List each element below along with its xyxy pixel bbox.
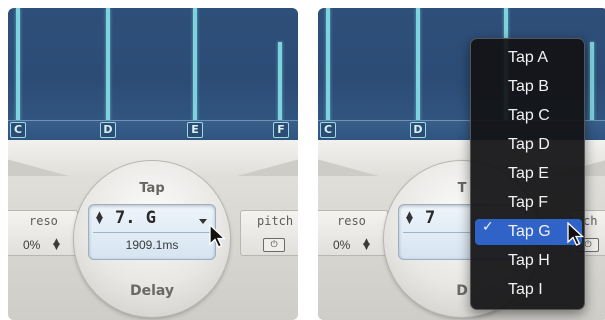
tap-label-d[interactable]: D — [100, 122, 116, 138]
delay-plugin-panel-left: C D E F reso 0% ▲ ▼ pitch ⏻ Tap ▲ ▼ 7. G 1… — [8, 8, 298, 320]
lcd-divider — [93, 232, 211, 233]
menu-item-label: Tap B — [508, 78, 549, 95]
tap-label-c[interactable]: C — [320, 122, 336, 138]
stepper-arrows-icon[interactable]: ▲ ▼ — [363, 238, 370, 252]
delay-time-value[interactable]: 1909.1ms — [89, 238, 215, 252]
reso-control: reso 0% ▲ ▼ — [8, 210, 78, 256]
stepper-arrows-icon[interactable]: ▲ ▼ — [53, 238, 60, 252]
reso-value[interactable]: 0% — [333, 238, 350, 252]
menu-item-tap-c[interactable]: Tap C — [475, 103, 582, 129]
menu-item-tap-h[interactable]: Tap H — [475, 248, 582, 274]
menu-item-label: Tap G — [508, 223, 551, 240]
reso-label: reso — [29, 214, 58, 228]
tap-line-f[interactable] — [278, 42, 282, 122]
tap-label-d[interactable]: D — [410, 122, 426, 138]
delay-plugin-panel-right: C D reso 0% ▲ ▼ ch ⏻ T ▲ ▼ 7 D Tap A Tap B… — [318, 8, 605, 320]
tap-selector-value[interactable]: 7 — [425, 208, 435, 228]
menu-item-label: Tap E — [508, 165, 549, 182]
stepper-arrows-icon[interactable]: ▲ ▼ — [96, 211, 103, 226]
menu-item-tap-b[interactable]: Tap B — [475, 74, 582, 100]
tap-label-c[interactable]: C — [10, 122, 26, 138]
tap-select-menu: Tap A Tap B Tap C Tap D Tap E Tap F ✓ Ta… — [470, 38, 585, 310]
reso-value[interactable]: 0% — [23, 238, 40, 252]
menu-item-tap-a[interactable]: Tap A — [475, 45, 582, 71]
menu-item-label: Tap A — [508, 49, 549, 66]
tap-delay-knob[interactable]: Tap ▲ ▼ 7. G 1909.1ms Delay — [74, 161, 230, 317]
menu-item-label: Tap C — [508, 107, 550, 124]
checkmark-icon: ✓ — [482, 219, 494, 235]
menu-item-tap-d[interactable]: Tap D — [475, 132, 582, 158]
tap-line-d[interactable] — [416, 8, 420, 122]
reso-control: reso 0% ▲ ▼ — [318, 210, 388, 256]
tap-line-f[interactable] — [590, 42, 594, 122]
tap-selector-value[interactable]: 7. G — [115, 208, 156, 228]
power-icon[interactable]: ⏻ — [263, 238, 285, 252]
tap-line-c[interactable] — [16, 8, 20, 122]
dropdown-caret-icon[interactable] — [199, 219, 207, 224]
reso-label: reso — [337, 214, 366, 228]
tap-label-strip — [8, 120, 298, 140]
knob-title-delay: Delay — [129, 283, 175, 299]
pitch-label: pitch — [257, 214, 294, 228]
mouse-pointer-icon — [567, 222, 585, 246]
tap-line-c[interactable] — [326, 8, 330, 122]
stepper-arrows-icon[interactable]: ▲ ▼ — [406, 211, 413, 226]
tap-lcd-display: ▲ ▼ 7. G 1909.1ms — [88, 204, 216, 260]
menu-item-label: Tap I — [508, 281, 543, 298]
pitch-control: pitch ⏻ — [240, 210, 298, 256]
menu-item-tap-e[interactable]: Tap E — [475, 161, 582, 187]
knob-title-tap: Tap — [139, 181, 165, 196]
menu-item-tap-i[interactable]: Tap I — [475, 277, 582, 303]
menu-item-tap-f[interactable]: Tap F — [475, 190, 582, 216]
menu-item-label: Tap H — [508, 252, 550, 269]
mouse-pointer-icon — [209, 224, 227, 248]
tap-line-d[interactable] — [106, 8, 110, 122]
menu-item-label: Tap D — [508, 136, 550, 153]
menu-item-label: Tap F — [508, 194, 549, 211]
tap-line-e[interactable] — [193, 8, 197, 122]
tap-label-e[interactable]: E — [187, 122, 203, 138]
tap-label-f[interactable]: F — [273, 122, 289, 138]
